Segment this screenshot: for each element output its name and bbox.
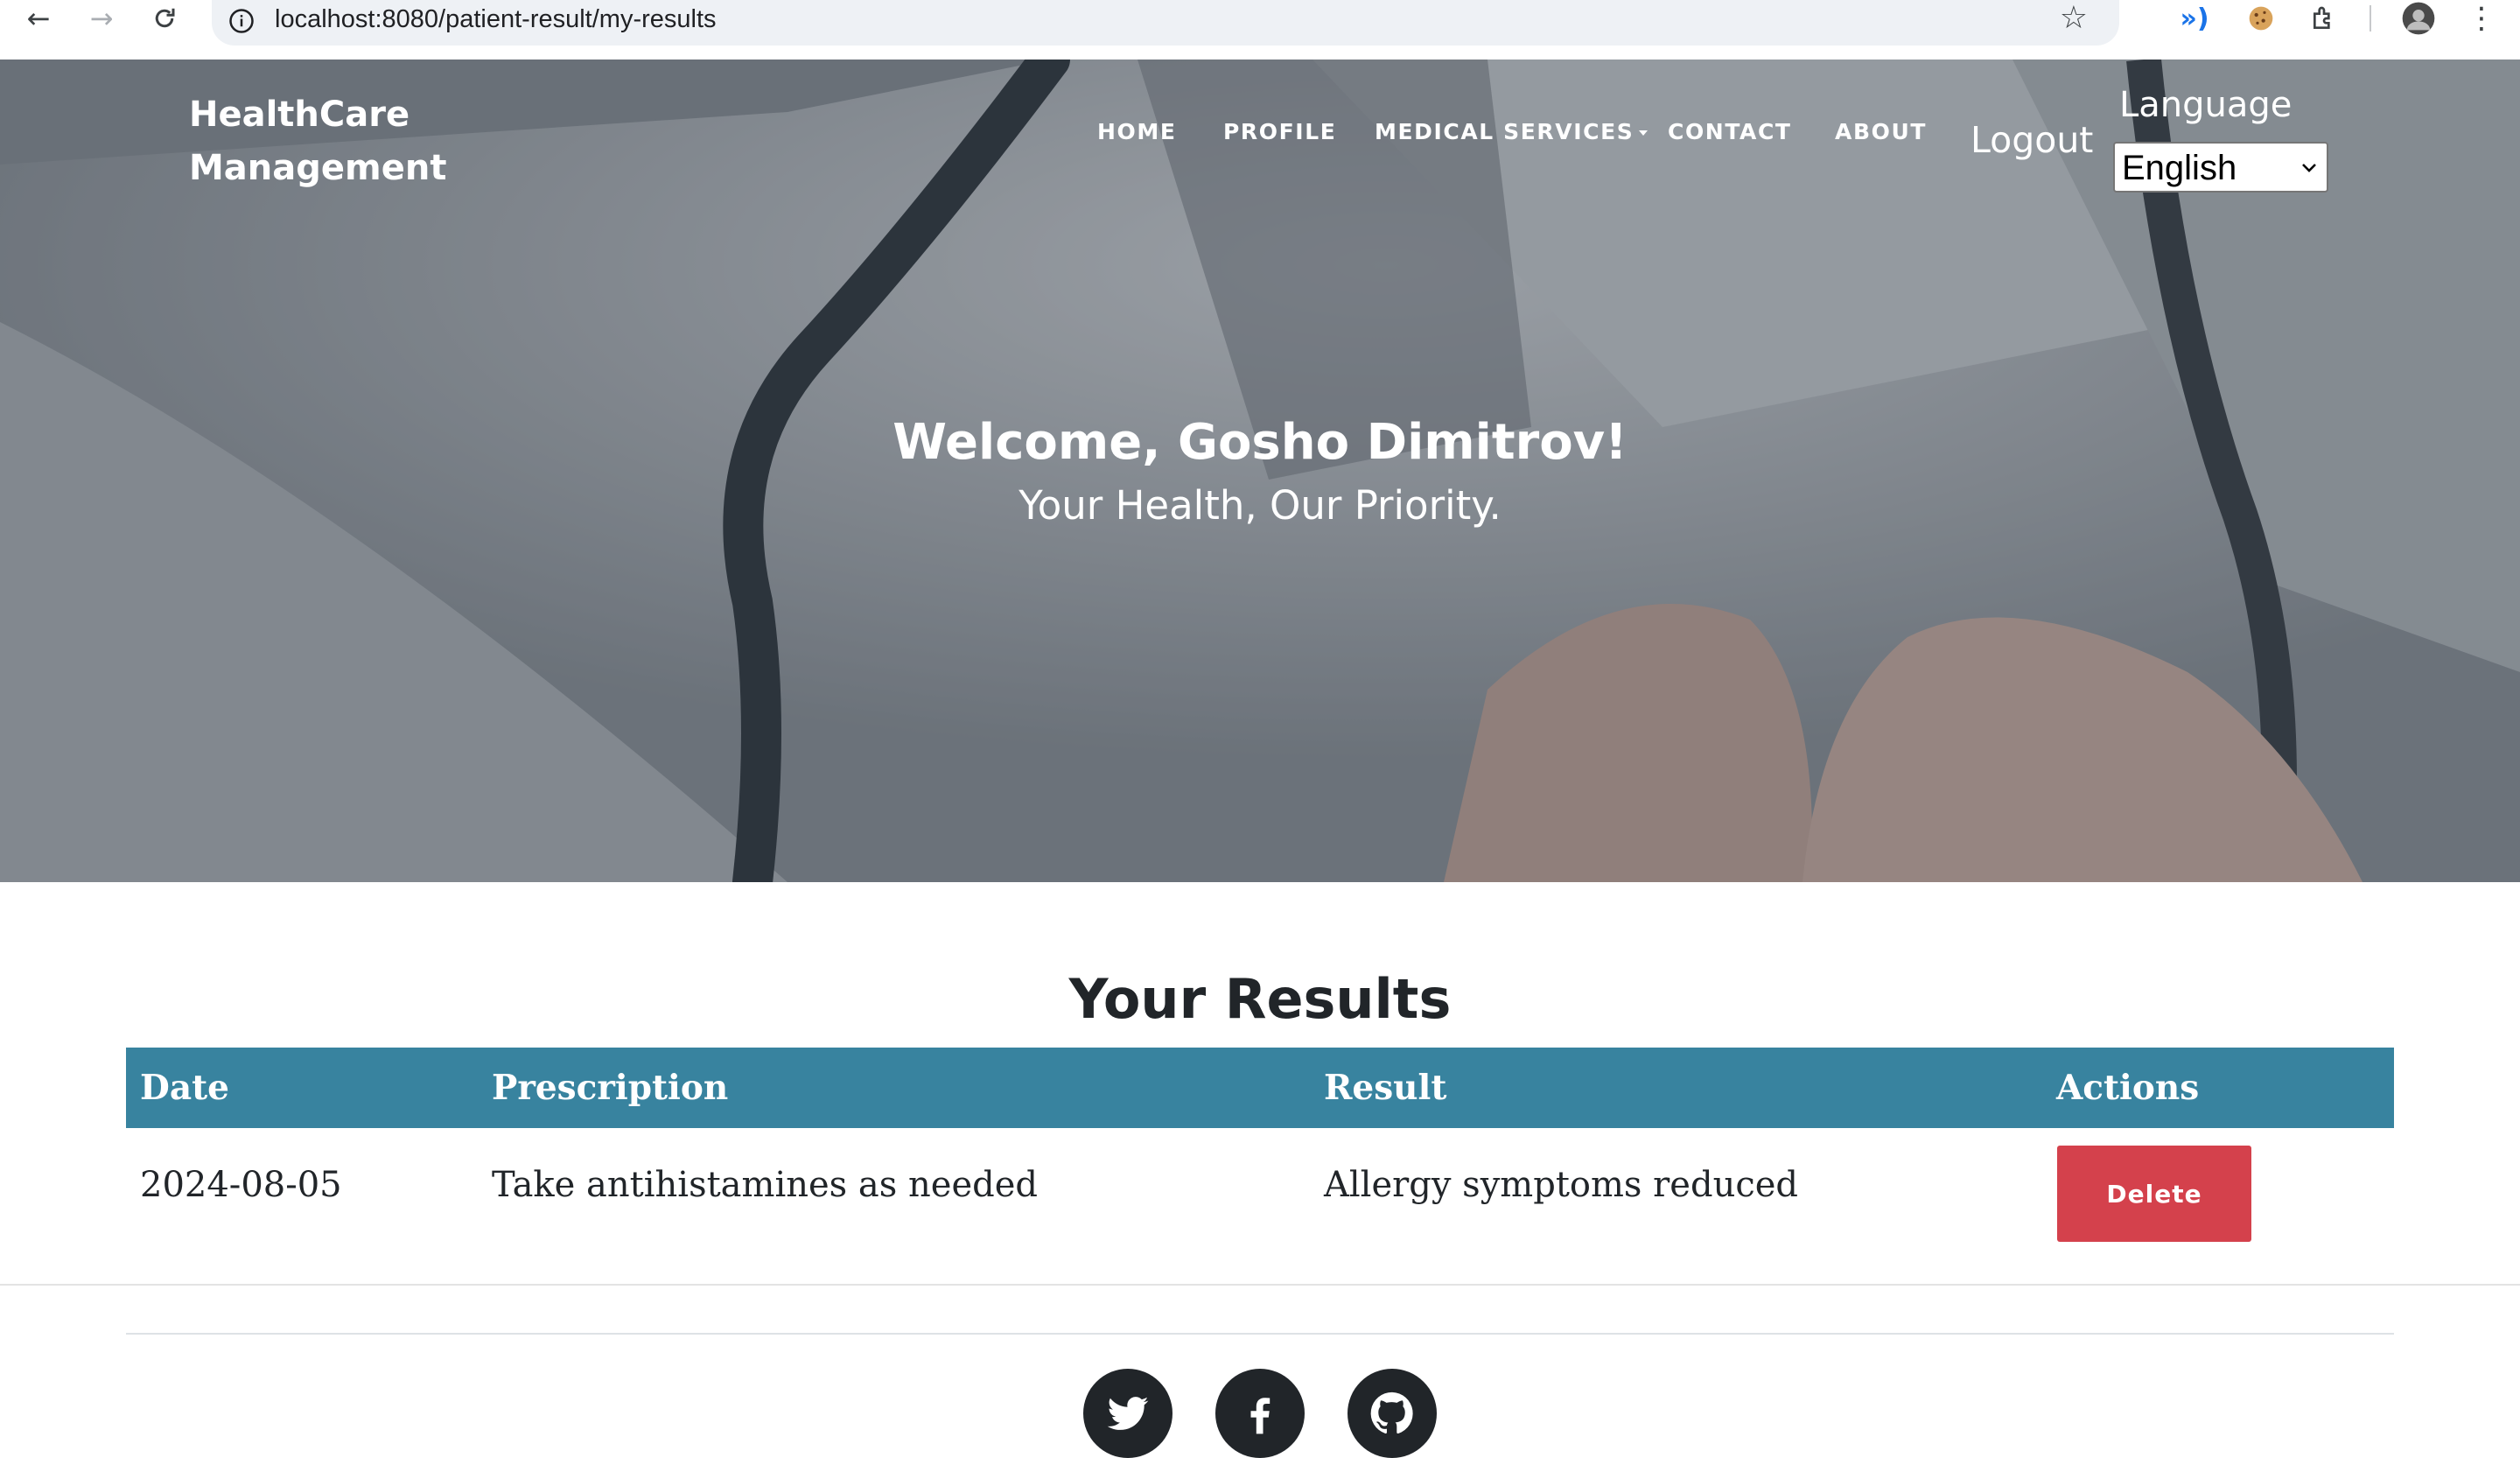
footer-divider xyxy=(0,1284,2520,1286)
column-header-prescription: Prescription xyxy=(492,1068,729,1108)
cell-prescription: Take antihistamines as needed xyxy=(492,1165,1039,1205)
brand-logo-text[interactable]: HealthCare Management xyxy=(189,88,478,195)
puzzle-extensions-icon[interactable] xyxy=(2303,0,2345,37)
row-divider xyxy=(126,1333,2394,1335)
column-header-date: Date xyxy=(140,1068,229,1108)
profile-avatar[interactable] xyxy=(2398,0,2440,37)
caret-down-icon xyxy=(1639,130,1648,136)
nav-medical-services-label: MEDICAL SERVICES xyxy=(1375,119,1634,144)
welcome-heading: Welcome, Gosho Dimitrov! xyxy=(892,414,1628,471)
nav-profile[interactable]: PROFILE xyxy=(1223,117,1336,147)
logout-link[interactable]: Logout xyxy=(1970,116,2093,165)
results-table: Date Prescription Result Actions 2024-08… xyxy=(126,1048,2394,1335)
browser-toolbar: ← → localhost:8080/patient-result/my-res… xyxy=(0,0,2520,60)
site-info-icon[interactable] xyxy=(224,4,259,39)
language-selected-value: English xyxy=(2122,149,2237,187)
more-menu-icon[interactable]: ⋮ xyxy=(2460,0,2502,37)
cell-date: 2024-08-05 xyxy=(140,1165,342,1205)
table-header: Date Prescription Result Actions xyxy=(126,1048,2394,1128)
extension-audio-icon[interactable]: ») xyxy=(2174,0,2216,37)
nav-contact[interactable]: CONTACT xyxy=(1668,117,1792,147)
results-title: Your Results xyxy=(1068,967,1452,1031)
reload-icon[interactable] xyxy=(138,2,191,35)
twitter-icon[interactable] xyxy=(1083,1369,1172,1458)
hero-banner: HealthCare Management HOME PROFILE MEDIC… xyxy=(0,60,2520,882)
language-label: Language xyxy=(2119,85,2292,125)
toolbar-separator xyxy=(2370,5,2371,32)
back-arrow-icon[interactable]: ← xyxy=(12,2,65,35)
column-header-result: Result xyxy=(1324,1068,1447,1108)
table-row: 2024-08-05 Take antihistamines as needed… xyxy=(126,1128,2394,1335)
url-text[interactable]: localhost:8080/patient-result/my-results xyxy=(275,2,717,37)
facebook-icon[interactable] xyxy=(1215,1369,1305,1458)
nav-medical-services[interactable]: MEDICAL SERVICES xyxy=(1375,117,1648,147)
bookmark-star-icon[interactable]: ☆ xyxy=(2060,0,2088,37)
nav-about[interactable]: ABOUT xyxy=(1835,117,1927,147)
nav-home[interactable]: HOME xyxy=(1097,117,1177,147)
github-icon[interactable] xyxy=(1348,1369,1437,1458)
column-header-actions: Actions xyxy=(2056,1068,2200,1108)
delete-button[interactable]: Delete xyxy=(2057,1146,2251,1242)
language-select[interactable]: English xyxy=(2113,142,2328,193)
hero-tagline: Your Health, Our Priority. xyxy=(1018,482,1502,529)
chevron-down-icon xyxy=(2302,164,2316,172)
cookie-extension-icon[interactable] xyxy=(2240,0,2282,37)
cell-result: Allergy symptoms reduced xyxy=(1324,1165,1799,1205)
forward-arrow-icon[interactable]: → xyxy=(75,2,128,35)
address-bar[interactable]: localhost:8080/patient-result/my-results… xyxy=(212,0,2119,46)
